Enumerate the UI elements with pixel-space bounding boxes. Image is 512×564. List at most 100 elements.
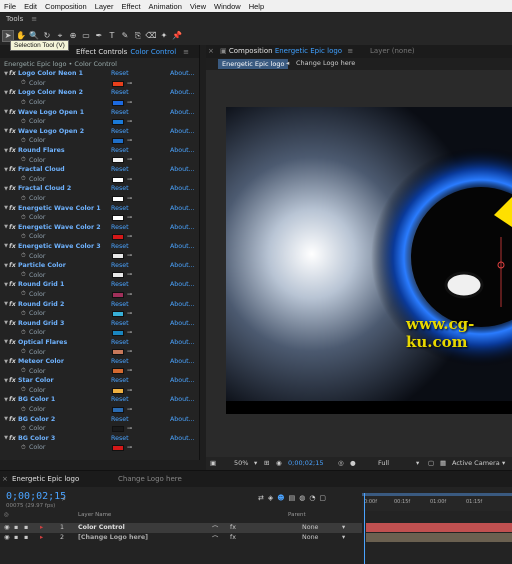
- parent-select[interactable]: None: [302, 524, 318, 531]
- solo-icon[interactable]: ▪: [14, 534, 18, 541]
- panel-menu-icon[interactable]: ≡: [347, 47, 353, 55]
- color-swatch[interactable]: [112, 157, 124, 164]
- eyedropper-icon[interactable]: ⊸: [127, 156, 132, 163]
- view-select[interactable]: Active Camera: [452, 459, 500, 467]
- frame-blending-icon[interactable]: ▤: [289, 494, 296, 502]
- eyedropper-icon[interactable]: ⊸: [127, 425, 132, 432]
- fx-toggle-icon[interactable]: fx: [9, 301, 18, 308]
- eyedropper-icon[interactable]: ⊸: [127, 118, 132, 125]
- reset-link[interactable]: Reset: [111, 109, 129, 116]
- color-swatch[interactable]: [112, 214, 124, 221]
- stopwatch-icon[interactable]: ⏱: [21, 271, 29, 279]
- stopwatch-icon[interactable]: ⏱: [21, 79, 29, 87]
- fx-toggle-icon[interactable]: fx: [9, 377, 18, 384]
- fx-toggle-icon[interactable]: fx: [9, 396, 18, 403]
- eyedropper-icon[interactable]: ⊸: [127, 252, 132, 259]
- color-swatch[interactable]: [112, 387, 124, 394]
- stopwatch-icon[interactable]: ⏱: [21, 118, 29, 126]
- about-link[interactable]: About...: [170, 243, 195, 250]
- transparency-grid-icon[interactable]: ▦: [440, 459, 446, 467]
- effect-row[interactable]: ▼ fx Meteor Color Reset About...: [0, 357, 199, 367]
- reset-link[interactable]: Reset: [111, 224, 129, 231]
- about-link[interactable]: About...: [170, 109, 195, 116]
- effect-row[interactable]: ▼ fx BG Color 3 Reset About...: [0, 434, 199, 444]
- about-link[interactable]: About...: [170, 377, 195, 384]
- effect-row[interactable]: ▼ fx Energetic Wave Color 3 Reset About...: [0, 242, 199, 252]
- reset-link[interactable]: Reset: [111, 416, 129, 423]
- pen-tool-icon[interactable]: ✒: [93, 30, 105, 42]
- about-link[interactable]: About...: [170, 320, 195, 327]
- menu-effect[interactable]: Effect: [121, 2, 140, 11]
- stopwatch-icon[interactable]: ⏱: [21, 252, 29, 260]
- reset-link[interactable]: Reset: [111, 281, 129, 288]
- fx-toggle-icon[interactable]: fx: [9, 109, 18, 116]
- current-time-indicator[interactable]: [364, 493, 365, 564]
- shy-switch-icon[interactable]: ⌒: [212, 534, 218, 543]
- type-tool-icon[interactable]: T: [106, 30, 118, 42]
- layer-duration-bar[interactable]: [366, 533, 512, 542]
- stopwatch-icon[interactable]: ⏱: [21, 310, 29, 318]
- eye-icon[interactable]: ◉: [4, 524, 10, 531]
- stopwatch-icon[interactable]: ⏱: [21, 386, 29, 394]
- about-link[interactable]: About...: [170, 166, 195, 173]
- camera-snapshot-icon[interactable]: ◉: [276, 459, 282, 467]
- fx-toggle-icon[interactable]: fx: [9, 205, 18, 212]
- color-swatch[interactable]: [112, 176, 124, 183]
- effect-row[interactable]: ▼ fx Optical Flares Reset About...: [0, 338, 199, 348]
- about-link[interactable]: About...: [170, 339, 195, 346]
- effect-row[interactable]: ▼ fx Wave Logo Open 1 Reset About...: [0, 107, 199, 117]
- eyedropper-icon[interactable]: ⊸: [127, 444, 132, 451]
- stopwatch-icon[interactable]: ⏱: [21, 329, 29, 337]
- fx-toggle-icon[interactable]: fx: [9, 320, 18, 327]
- viewer-timecode[interactable]: 0;00;02;15: [288, 459, 324, 467]
- layer-name[interactable]: Color Control: [78, 524, 125, 531]
- about-link[interactable]: About...: [170, 70, 195, 77]
- menu-composition[interactable]: Composition: [45, 2, 87, 11]
- about-link[interactable]: About...: [170, 224, 195, 231]
- shy-layers-icon[interactable]: ☻: [277, 494, 284, 502]
- fx-toggle-icon[interactable]: fx: [9, 243, 18, 250]
- stopwatch-icon[interactable]: ⏱: [21, 195, 29, 203]
- stopwatch-icon[interactable]: ⏱: [21, 406, 29, 414]
- graph-editor-icon[interactable]: ◔: [309, 494, 315, 502]
- lock-icon[interactable]: ▣: [220, 47, 227, 55]
- timeline-timecode[interactable]: 0;00;02;15: [6, 491, 66, 502]
- reset-link[interactable]: Reset: [111, 89, 129, 96]
- tab-layer[interactable]: Layer (none): [370, 47, 415, 55]
- reset-link[interactable]: Reset: [111, 70, 129, 77]
- about-link[interactable]: About...: [170, 147, 195, 154]
- about-link[interactable]: About...: [170, 435, 195, 442]
- grid-icon[interactable]: ⊞: [264, 459, 269, 467]
- crumb-energetic-epic-logo[interactable]: Energetic Epic logo: [218, 59, 289, 69]
- menu-animation[interactable]: Animation: [149, 2, 182, 11]
- reset-link[interactable]: Reset: [111, 435, 129, 442]
- stopwatch-icon[interactable]: ⏱: [21, 367, 29, 375]
- reset-link[interactable]: Reset: [111, 185, 129, 192]
- color-swatch[interactable]: [112, 406, 124, 413]
- menu-help[interactable]: Help: [249, 2, 264, 11]
- stopwatch-icon[interactable]: ⏱: [21, 99, 29, 107]
- stopwatch-icon[interactable]: ⏱: [21, 425, 29, 433]
- reset-link[interactable]: Reset: [111, 243, 129, 250]
- eyedropper-icon[interactable]: ⊸: [127, 271, 132, 278]
- col-parent[interactable]: Parent: [288, 512, 306, 518]
- menu-view[interactable]: View: [190, 2, 206, 11]
- search-icon[interactable]: ⌕: [62, 495, 66, 504]
- fx-toggle-icon[interactable]: fx: [9, 70, 18, 77]
- effect-row[interactable]: ▼ fx Star Color Reset About...: [0, 376, 199, 386]
- parent-select[interactable]: None: [302, 534, 318, 541]
- snapshot-icon[interactable]: ◎: [338, 459, 344, 467]
- chevron-down-icon[interactable]: ▾: [342, 534, 345, 541]
- effect-row[interactable]: ▼ fx Particle Color Reset About...: [0, 261, 199, 271]
- color-swatch[interactable]: [112, 310, 124, 317]
- color-swatch[interactable]: [112, 425, 124, 432]
- time-ruler[interactable]: 0:00f 00:15f 01:00f 01:15f: [362, 493, 512, 511]
- stopwatch-icon[interactable]: ⏱: [21, 156, 29, 164]
- stopwatch-icon[interactable]: ⏱: [21, 348, 29, 356]
- color-swatch[interactable]: [112, 349, 124, 356]
- effect-row[interactable]: ▼ fx BG Color 2 Reset About...: [0, 414, 199, 424]
- rectangle-tool-icon[interactable]: ▭: [80, 30, 92, 42]
- color-swatch[interactable]: [112, 291, 124, 298]
- puppet-tool-icon[interactable]: 📌: [171, 30, 183, 42]
- color-swatch[interactable]: [112, 195, 124, 202]
